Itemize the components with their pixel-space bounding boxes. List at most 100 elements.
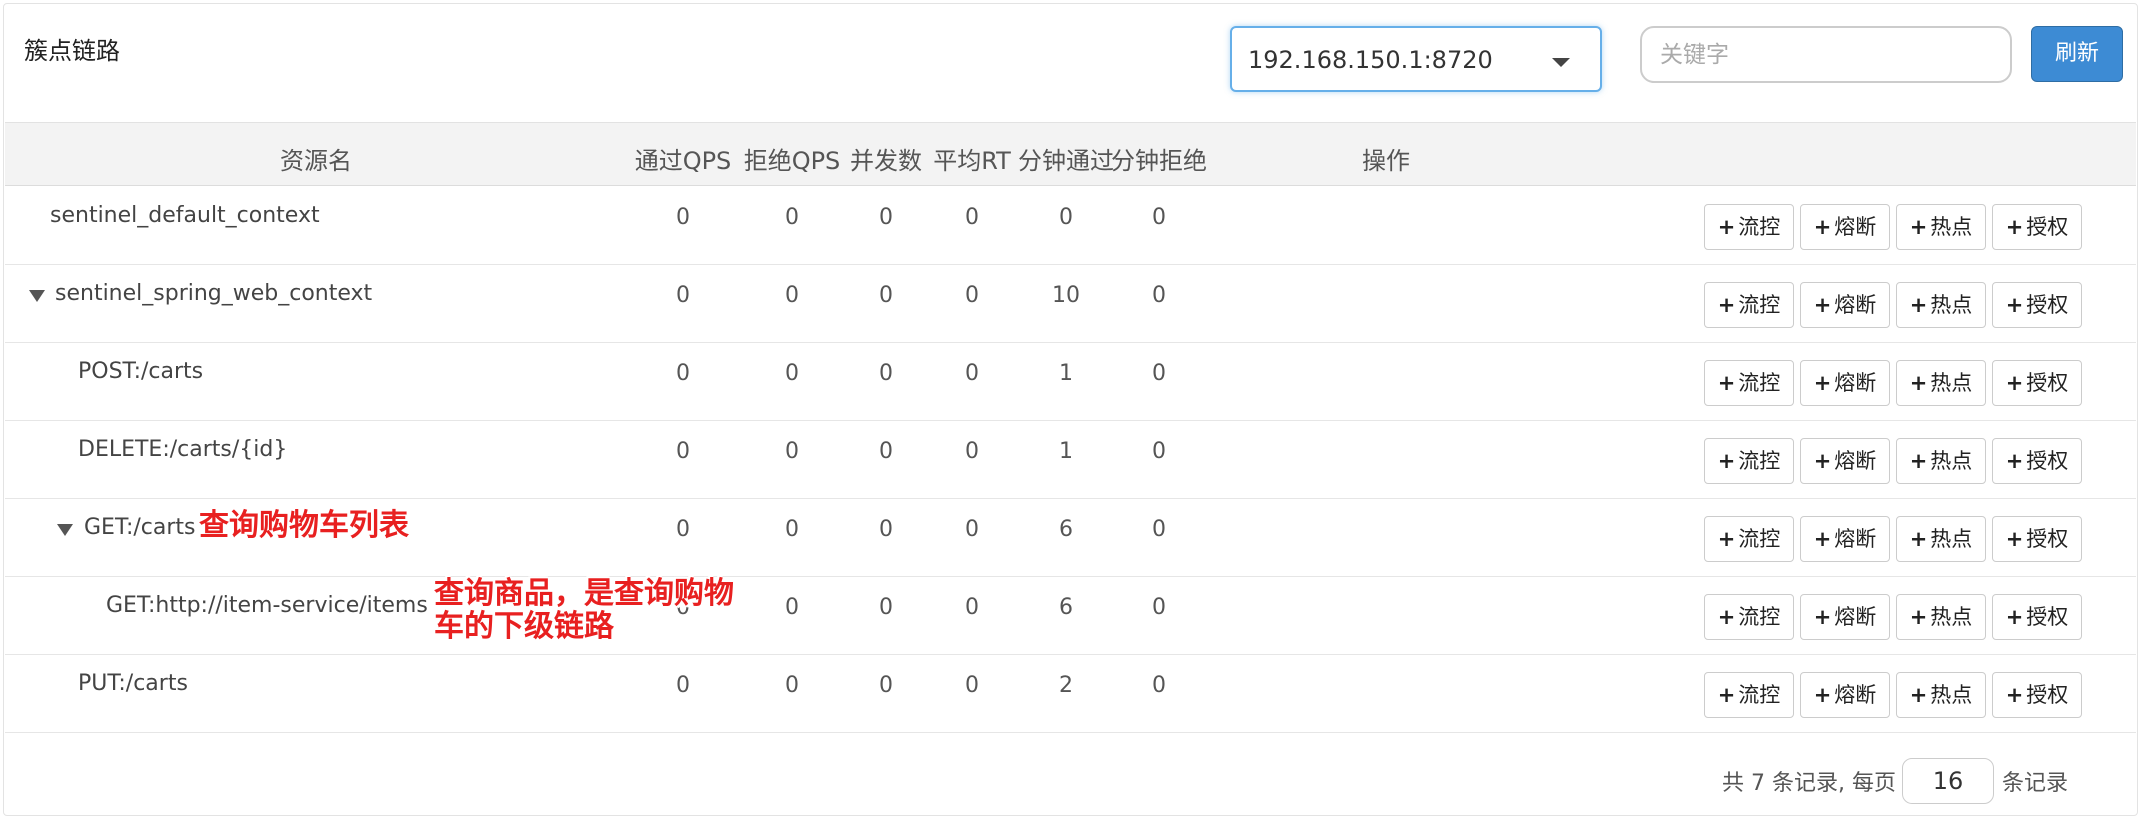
plus-icon: + (2005, 215, 2024, 239)
minute-block-cell: 0 (1152, 673, 1166, 698)
plus-icon: + (1717, 293, 1736, 317)
flow-control-label: 流控 (1738, 371, 1781, 395)
authority-button[interactable]: + 授权 (1992, 282, 2082, 328)
flow-control-label: 流控 (1738, 527, 1781, 551)
hotspot-button[interactable]: + 热点 (1896, 438, 1986, 484)
column-avg-rt: 平均RT (933, 147, 1011, 175)
table-row: PUT:/carts 0 0 0 0 2 0 + 流控 + 熔断 + 热点 + 授权 (5, 655, 2136, 733)
flow-control-button[interactable]: + 流控 (1704, 594, 1794, 640)
pass-qps-cell: 0 (676, 205, 690, 230)
degrade-button[interactable]: + 熔断 (1800, 594, 1890, 640)
hotspot-button[interactable]: + 热点 (1896, 282, 1986, 328)
hotspot-label: 热点 (1930, 683, 1973, 707)
minute-pass-cell: 0 (1059, 205, 1073, 230)
threads-cell: 0 (879, 439, 893, 464)
table-row: DELETE:/carts/{id} 0 0 0 0 1 0 + 流控 + 熔断 + 热点 + 授权 (5, 421, 2136, 499)
plus-icon: + (1717, 605, 1736, 629)
minute-pass-cell: 2 (1059, 673, 1073, 698)
degrade-button[interactable]: + 熔断 (1800, 282, 1890, 328)
annotation-items-line1: 查询商品，是查询购物 (434, 576, 734, 611)
hotspot-button[interactable]: + 热点 (1896, 594, 1986, 640)
block-qps-cell: 0 (785, 283, 799, 308)
page-size-input[interactable]: 16 (1902, 758, 1994, 804)
minute-block-cell: 0 (1152, 283, 1166, 308)
avg-rt-cell: 0 (965, 283, 979, 308)
resource-name: DELETE:/carts/{id} (78, 437, 288, 462)
column-actions: 操作 (1362, 147, 1410, 175)
flow-control-button[interactable]: + 流控 (1704, 516, 1794, 562)
avg-rt-cell: 0 (965, 361, 979, 386)
block-qps-cell: 0 (785, 361, 799, 386)
hotspot-label: 热点 (1930, 527, 1973, 551)
degrade-label: 熔断 (1834, 371, 1877, 395)
degrade-button[interactable]: + 熔断 (1800, 516, 1890, 562)
authority-button[interactable]: + 授权 (1992, 360, 2082, 406)
degrade-button[interactable]: + 熔断 (1800, 204, 1890, 250)
expand-arrow-icon[interactable] (57, 524, 73, 536)
flow-control-label: 流控 (1738, 215, 1781, 239)
threads-cell: 0 (879, 283, 893, 308)
hotspot-button[interactable]: + 热点 (1896, 516, 1986, 562)
table-row: sentinel_spring_web_context 0 0 0 0 10 0 + 流控 + 熔断… (5, 265, 2136, 343)
flow-control-button[interactable]: + 流控 (1704, 438, 1794, 484)
block-qps-cell: 0 (785, 595, 799, 620)
chevron-down-icon (1552, 58, 1570, 67)
resource-name: POST:/carts (78, 359, 204, 384)
authority-button[interactable]: + 授权 (1992, 516, 2082, 562)
flow-control-button[interactable]: + 流控 (1704, 672, 1794, 718)
flow-control-label: 流控 (1738, 683, 1781, 707)
resource-name: GET:http://item-service/items (106, 593, 428, 618)
block-qps-cell: 0 (785, 205, 799, 230)
degrade-button[interactable]: + 熔断 (1800, 672, 1890, 718)
column-minute-block: 分钟拒绝 (1111, 147, 1207, 175)
machine-select[interactable]: 192.168.150.1:8720 (1230, 26, 1602, 92)
hotspot-button[interactable]: + 热点 (1896, 672, 1986, 718)
flow-control-button[interactable]: + 流控 (1704, 282, 1794, 328)
page-title: 簇点链路 (24, 37, 120, 65)
plus-icon: + (1717, 449, 1736, 473)
resource-name: sentinel_spring_web_context (55, 281, 373, 306)
avg-rt-cell: 0 (965, 673, 979, 698)
degrade-button[interactable]: + 熔断 (1800, 438, 1890, 484)
hotspot-button[interactable]: + 热点 (1896, 360, 1986, 406)
avg-rt-cell: 0 (965, 517, 979, 542)
table-header: 资源名 通过QPS 拒绝QPS 并发数 平均RT 分钟通过 分钟拒绝 操作 (5, 122, 2136, 186)
threads-cell: 0 (879, 361, 893, 386)
resource-name: GET:/carts (84, 515, 196, 540)
refresh-button[interactable]: 刷新 (2031, 26, 2123, 82)
plus-icon: + (2005, 527, 2024, 551)
plus-icon: + (1813, 371, 1832, 395)
pass-qps-cell: 0 (676, 517, 690, 542)
minute-pass-cell: 6 (1059, 517, 1073, 542)
hotspot-label: 热点 (1930, 605, 1973, 629)
minute-block-cell: 0 (1152, 439, 1166, 464)
pass-qps-cell: 0 (676, 673, 690, 698)
block-qps-cell: 0 (785, 439, 799, 464)
plus-icon: + (1813, 527, 1832, 551)
plus-icon: + (1717, 527, 1736, 551)
flow-control-label: 流控 (1738, 449, 1781, 473)
column-threads: 并发数 (850, 147, 922, 175)
degrade-label: 熔断 (1834, 683, 1877, 707)
search-input[interactable] (1640, 26, 2012, 83)
authority-button[interactable]: + 授权 (1992, 438, 2082, 484)
flow-control-label: 流控 (1738, 605, 1781, 629)
table-row: sentinel_default_context 0 0 0 0 0 0 + 流控 + 熔断 + 热点 +… (5, 187, 2136, 265)
plus-icon: + (2005, 605, 2024, 629)
flow-control-button[interactable]: + 流控 (1704, 360, 1794, 406)
degrade-button[interactable]: + 熔断 (1800, 360, 1890, 406)
authority-label: 授权 (2026, 449, 2069, 473)
column-block-qps: 拒绝QPS (743, 147, 841, 175)
minute-pass-cell: 6 (1059, 595, 1073, 620)
flow-control-button[interactable]: + 流控 (1704, 204, 1794, 250)
expand-arrow-icon[interactable] (29, 290, 45, 302)
authority-button[interactable]: + 授权 (1992, 594, 2082, 640)
plus-icon: + (2005, 371, 2024, 395)
authority-button[interactable]: + 授权 (1992, 204, 2082, 250)
avg-rt-cell: 0 (965, 595, 979, 620)
threads-cell: 0 (879, 595, 893, 620)
hotspot-button[interactable]: + 热点 (1896, 204, 1986, 250)
minute-block-cell: 0 (1152, 595, 1166, 620)
authority-button[interactable]: + 授权 (1992, 672, 2082, 718)
plus-icon: + (1813, 293, 1832, 317)
